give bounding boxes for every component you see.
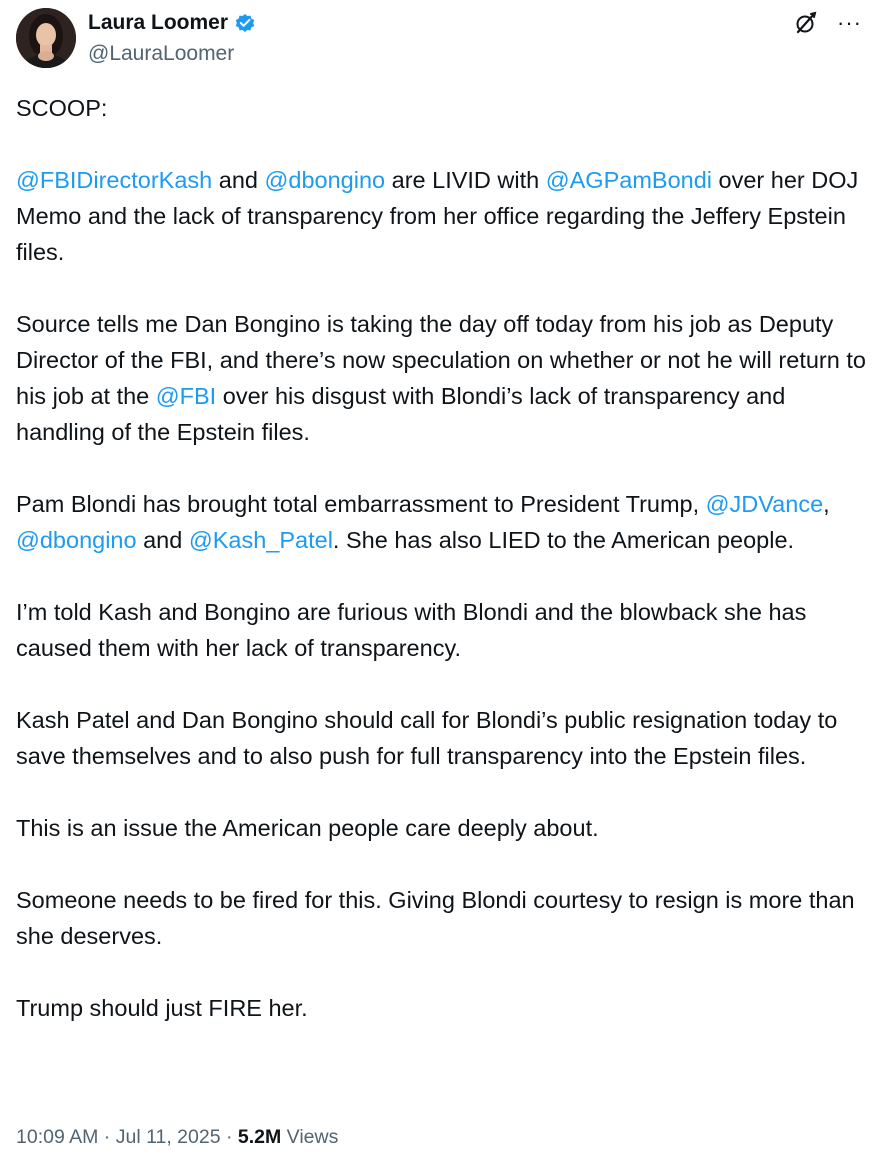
tweet-text-segment: and	[136, 527, 189, 553]
tweet-meta: 10:09 AM · Jul 11, 2025 · 5.2M Views	[16, 1124, 338, 1150]
tweet-paragraph: @FBIDirectorKash and @dbongino are LIVID…	[16, 162, 876, 270]
mention-link[interactable]: @FBIDirectorKash	[16, 167, 212, 193]
mention-link[interactable]: @FBI	[156, 383, 216, 409]
tweet-text-segment: This is an issue the American people car…	[16, 815, 599, 841]
tweet-text-segment: ,	[823, 491, 830, 517]
tweet-text-segment: and	[212, 167, 265, 193]
tweet-paragraph: Someone needs to be fired for this. Givi…	[16, 882, 876, 954]
tweet-text-segment: Pam Blondi has brought total embarrassme…	[16, 491, 706, 517]
tweet-actions-top: ···	[793, 10, 862, 36]
tweet-text-segment: Kash Patel and Dan Bongino should call f…	[16, 707, 838, 769]
mention-link[interactable]: @dbongino	[16, 527, 137, 553]
tweet-text-segment: . She has also LIED to the American peop…	[332, 527, 795, 553]
tweet-text: SCOOP: @FBIDirectorKash and @dbongino are…	[16, 90, 876, 1026]
more-options-icon[interactable]: ···	[837, 12, 862, 34]
tweet-paragraph: I’m told Kash and Bongino are furious wi…	[16, 594, 876, 666]
mention-link[interactable]: @AGPamBondi	[546, 167, 712, 193]
meta-separator: ·	[98, 1126, 116, 1148]
verified-badge-icon	[234, 12, 256, 34]
tweet-paragraph: SCOOP:	[16, 90, 876, 126]
tweet-text-segment: Trump should just FIRE her.	[16, 995, 308, 1021]
tweet-paragraph: Kash Patel and Dan Bongino should call f…	[16, 702, 876, 774]
grok-icon[interactable]	[793, 10, 819, 36]
tweet-paragraph: This is an issue the American people car…	[16, 810, 876, 846]
mention-link[interactable]: @JDVance	[706, 491, 823, 517]
mention-link[interactable]: @dbongino	[265, 167, 386, 193]
author-name[interactable]: Laura Loomer	[88, 10, 228, 36]
views-count: 5.2M	[237, 1126, 282, 1148]
tweet-text-segment: Someone needs to be fired for this. Givi…	[16, 887, 855, 949]
mention-link[interactable]: @Kash_Patel	[189, 527, 333, 553]
avatar[interactable]	[16, 8, 76, 68]
tweet-paragraph: Pam Blondi has brought total embarrassme…	[16, 486, 876, 558]
tweet-text-segment: are LIVID with	[385, 167, 546, 193]
views-label: Views	[281, 1126, 339, 1148]
author-name-row: Laura Loomer	[88, 10, 256, 36]
tweet-text-segment: SCOOP:	[16, 95, 108, 121]
tweet-paragraph: Source tells me Dan Bongino is taking th…	[16, 306, 876, 450]
meta-separator-2: ·	[220, 1126, 238, 1148]
tweet-text-segment: I’m told Kash and Bongino are furious wi…	[16, 599, 807, 661]
tweet-date[interactable]: Jul 11, 2025	[116, 1126, 221, 1148]
author-handle[interactable]: @LauraLoomer	[88, 41, 234, 67]
tweet-time[interactable]: 10:09 AM	[16, 1126, 98, 1148]
tweet-paragraph: Trump should just FIRE her.	[16, 990, 876, 1026]
